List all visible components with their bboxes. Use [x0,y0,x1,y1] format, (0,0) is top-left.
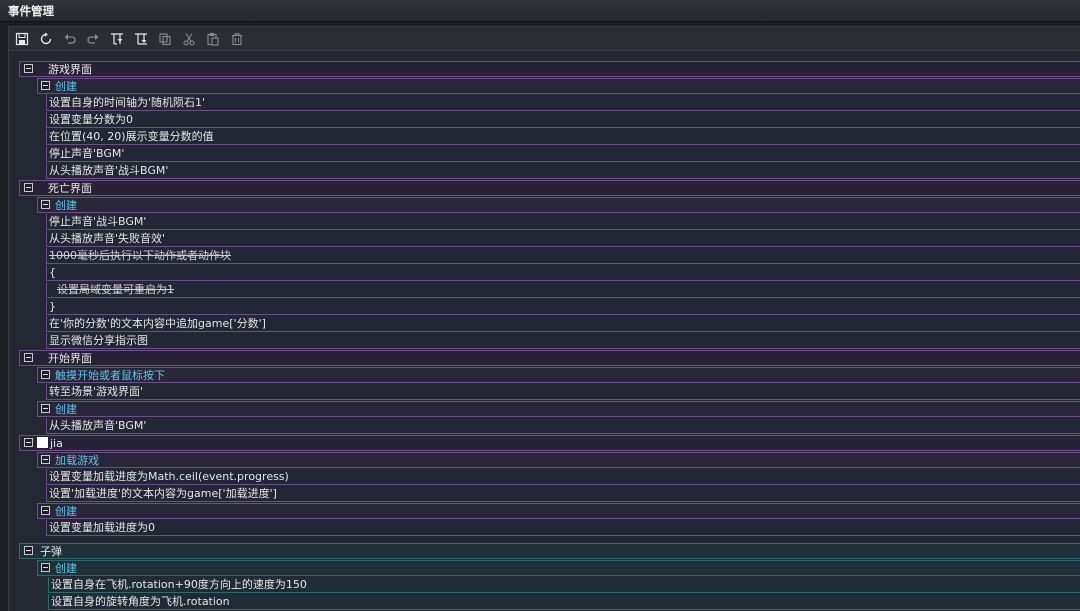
disabled-action-row[interactable]: 1000毫秒后执行以下动作或者动作块 [46,248,1080,264]
save-icon[interactable] [13,30,31,48]
redo-icon[interactable] [84,30,102,48]
event-label: 触摸开始或者鼠标按下 [55,369,165,382]
delete-icon[interactable] [228,30,246,48]
tree-event-row[interactable]: 创建 [37,197,1080,213]
tree-group-row[interactable]: 死亡界面 [19,180,1080,196]
collapse-icon[interactable] [24,183,33,192]
tree-event-row[interactable]: 加载游戏 [37,452,1080,468]
collapse-icon[interactable] [41,404,50,413]
group-label: 开始界面 [48,352,92,365]
event-label: 创建 [55,199,77,212]
action-text: 设置'加载进度'的文本内容为game['加载进度'] [49,487,277,500]
paste-icon[interactable] [204,30,222,48]
action-row[interactable]: 从头播放声音'BGM' [46,418,1080,434]
event-manager-panel: 游戏界面 创建 设置自身的时间轴为'随机陨石1' 设置变量分数为0 在位置(40… [8,26,1080,611]
action-text: 在'你的分数'的文本内容中追加game['分数'] [49,317,266,330]
action-row[interactable]: 从头播放声音'失败音效' [46,231,1080,247]
collapse-icon[interactable] [41,506,50,515]
action-text: 停止声音'BGM' [49,147,125,160]
action-text: 设置变量加载进度为0 [49,521,155,534]
action-text: 从头播放声音'BGM' [49,419,147,432]
collapse-icon[interactable] [24,546,33,555]
collapse-icon[interactable] [41,200,50,209]
tree-group-row[interactable]: 游戏界面 [19,61,1080,77]
window-title: 事件管理 [8,4,54,18]
group-label: 游戏界面 [48,63,92,76]
action-text: 设置自身的时间轴为'随机陨石1' [49,96,206,109]
action-row[interactable]: 设置变量加载进度为Math.ceil(event.progress) [46,469,1080,485]
disabled-action-row[interactable]: 设置局域变量可重启为1 [46,282,1080,298]
collapse-icon[interactable] [41,81,50,90]
tree-group-row[interactable]: jia [19,435,1080,451]
collapse-icon[interactable] [41,563,50,572]
action-row[interactable]: 设置'加载进度'的文本内容为game['加载进度'] [46,486,1080,502]
event-label: 创建 [55,80,77,93]
object-thumbnail-icon [37,437,48,448]
action-text: 设置自身在飞机.rotation+90度方向上的速度为150 [51,578,307,591]
event-label: 创建 [55,562,77,575]
action-row[interactable]: 设置变量加载进度为0 [46,520,1080,536]
collapse-icon[interactable] [41,455,50,464]
title-bar: 事件管理 [0,0,1080,22]
group-label: 子弹 [40,545,62,558]
group-label: 死亡界面 [48,182,92,195]
action-text: 停止声音'战斗BGM' [49,215,147,228]
action-text: 设置局域变量可重启为1 [57,283,174,296]
event-label: 加载游戏 [55,454,99,467]
collapse-icon[interactable] [24,353,33,362]
tree-group-row[interactable]: 子弹 [19,543,1080,559]
action-text: { [49,266,56,279]
action-row[interactable]: 停止声音'战斗BGM' [46,214,1080,230]
action-row[interactable]: 从头播放声音'战斗BGM' [46,163,1080,179]
insert-above-icon[interactable] [108,30,126,48]
toolbar [9,27,1080,51]
action-text: 1000毫秒后执行以下动作或者动作块 [49,249,231,262]
action-row[interactable]: 在位置(40, 20)展示变量分数的值 [46,129,1080,145]
action-row[interactable]: } [46,299,1080,315]
action-text: 显示微信分享指示图 [49,334,148,347]
event-tree: 游戏界面 创建 设置自身的时间轴为'随机陨石1' 设置变量分数为0 在位置(40… [9,53,1080,611]
action-row[interactable]: 设置自身的旋转角度为飞机.rotation [48,594,1080,610]
undo-icon[interactable] [61,30,79,48]
tree-event-row[interactable]: 创建 [37,560,1080,576]
action-text: 从头播放声音'战斗BGM' [49,164,169,177]
copy-icon[interactable] [156,30,174,48]
action-text: 设置自身的旋转角度为飞机.rotation [51,595,230,608]
tree-event-row[interactable]: 创建 [37,78,1080,94]
collapse-icon[interactable] [41,370,50,379]
action-row[interactable]: 在'你的分数'的文本内容中追加game['分数'] [46,316,1080,332]
action-text: 转至场景'游戏界面' [49,385,144,398]
action-text: 设置变量分数为0 [49,113,133,126]
action-row[interactable]: 转至场景'游戏界面' [46,384,1080,400]
tree-event-row[interactable]: 创建 [37,401,1080,417]
action-row[interactable]: 设置自身在飞机.rotation+90度方向上的速度为150 [48,577,1080,593]
insert-below-icon[interactable] [132,30,150,48]
action-text: 从头播放声音'失败音效' [49,232,166,245]
action-row[interactable]: 设置自身的时间轴为'随机陨石1' [46,95,1080,111]
action-text: 在位置(40, 20)展示变量分数的值 [49,130,214,143]
tree-event-row[interactable]: 创建 [37,503,1080,519]
action-text: 设置变量加载进度为Math.ceil(event.progress) [49,470,289,483]
tree-event-row[interactable]: 触摸开始或者鼠标按下 [37,367,1080,383]
action-row[interactable]: { [46,265,1080,281]
action-row[interactable]: 显示微信分享指示图 [46,333,1080,349]
collapse-icon[interactable] [24,64,33,73]
action-text: } [49,300,56,313]
tree-group-row[interactable]: 开始界面 [19,350,1080,366]
group-label: jia [50,437,63,450]
cut-icon[interactable] [180,30,198,48]
event-label: 创建 [55,505,77,518]
action-row[interactable]: 设置变量分数为0 [46,112,1080,128]
event-label: 创建 [55,403,77,416]
action-row[interactable]: 停止声音'BGM' [46,146,1080,162]
refresh-icon[interactable] [37,30,55,48]
collapse-icon[interactable] [24,438,33,447]
